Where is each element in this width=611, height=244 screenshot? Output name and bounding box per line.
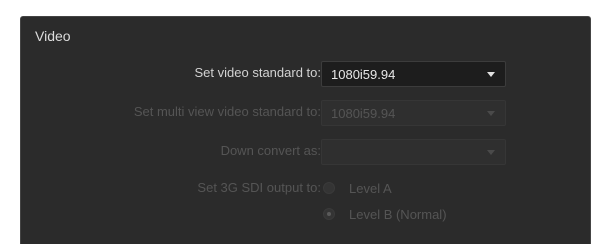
chevron-down-icon [487, 150, 495, 155]
video-settings-panel: Video Set video standard to: 1080i59.94 … [20, 16, 591, 244]
multiview-standard-dropdown[interactable]: 1080i59.94 [321, 100, 506, 126]
sdi-output-label: Set 3G SDI output to: [197, 180, 321, 195]
video-standard-value: 1080i59.94 [331, 67, 396, 82]
chevron-down-icon [487, 111, 495, 116]
radio-button-level-a[interactable] [323, 182, 335, 194]
radio-label-level-a: Level A [349, 181, 392, 196]
video-standard-label: Set video standard to: [194, 65, 321, 80]
radio-button-level-b[interactable] [323, 208, 335, 220]
panel-title: Video [35, 28, 71, 44]
multiview-standard-label: Set multi view video standard to: [133, 104, 321, 119]
video-standard-dropdown[interactable]: 1080i59.94 [321, 61, 506, 87]
down-convert-label: Down convert as: [220, 143, 321, 158]
radio-label-level-b: Level B (Normal) [349, 207, 447, 222]
multiview-standard-value: 1080i59.94 [331, 106, 396, 121]
down-convert-dropdown[interactable] [321, 139, 506, 165]
chevron-down-icon [487, 72, 495, 77]
